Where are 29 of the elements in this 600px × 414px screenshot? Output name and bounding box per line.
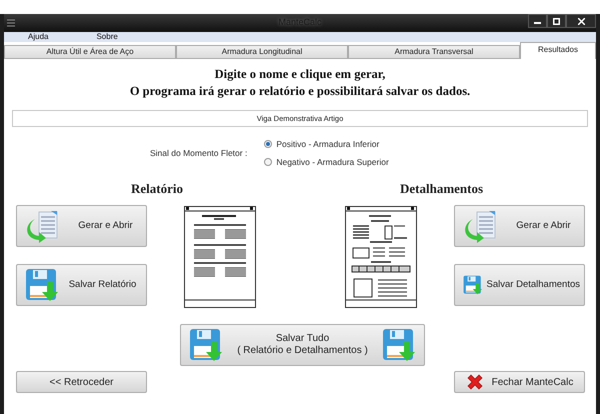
x-icon (466, 373, 484, 391)
tab[interactable]: Armadura Transversal (348, 45, 520, 59)
minimize-button[interactable] (528, 14, 547, 28)
close-icon (578, 18, 584, 24)
generate-button[interactable]: Gerar e Abrir (16, 205, 147, 247)
menu-item[interactable]: Sobre (96, 33, 118, 41)
tab[interactable]: Resultados (520, 42, 596, 59)
save-button[interactable]: Salvar Relatório (16, 264, 147, 306)
menu-item[interactable]: Ajuda (28, 33, 48, 41)
tab[interactable]: Armadura Longitudinal (176, 45, 348, 59)
instruction-text: Digite o nome e clique em gerar, (214, 66, 386, 83)
instruction-text: O programa irá gerar o relatório e possibilitará salvar os dados. (130, 83, 470, 100)
close-app-button[interactable]: Fechar ManteCalc (454, 371, 585, 393)
radio-option[interactable]: Positivo - Armadura Inferior (264, 138, 389, 151)
radio-option[interactable]: Negativo - Armadura Superior (264, 156, 389, 168)
generate-button[interactable]: Gerar e Abrir (454, 205, 585, 247)
radio-button[interactable] (264, 140, 272, 148)
moment-sign-label: Sinal do Momento Fletor : (150, 146, 248, 160)
back-button[interactable]: << Retroceder (16, 371, 147, 393)
maximize-icon (553, 18, 560, 24)
close-button[interactable] (566, 14, 596, 28)
section-title: Relatório (131, 180, 184, 198)
maximize-button[interactable] (547, 14, 566, 28)
tab[interactable]: Altura Útil e Área de Aço (4, 45, 176, 59)
save-button[interactable]: Salvar Detalhamentos (454, 264, 585, 306)
app-icon (6, 18, 16, 28)
radio-button[interactable] (264, 158, 272, 166)
section-title: Detalhamentos (400, 180, 484, 198)
save-all-button[interactable]: Salvar Tudo ( Relatório e Detalhamentos ) (180, 324, 425, 366)
